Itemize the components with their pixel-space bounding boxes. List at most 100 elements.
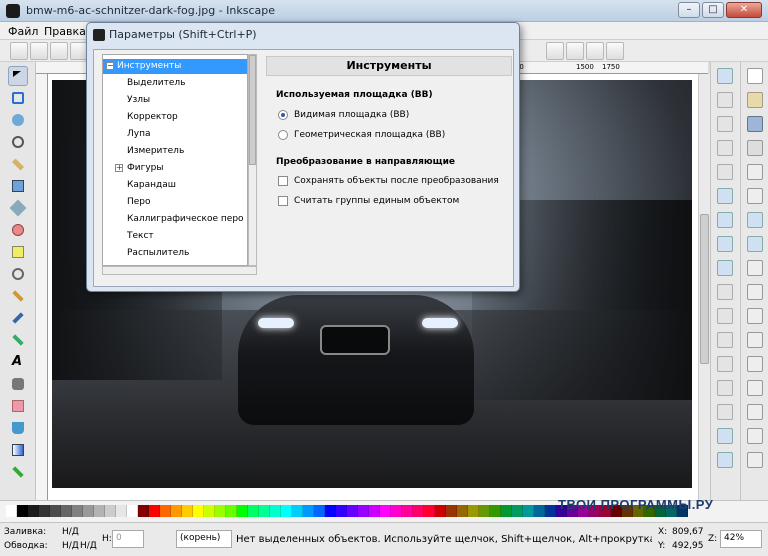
radio-checked-icon[interactable] (278, 110, 288, 120)
snap-text-icon[interactable] (717, 356, 733, 372)
select-all-layers-icon[interactable] (30, 42, 48, 60)
color-swatch[interactable] (424, 505, 435, 517)
menu-edit[interactable]: Правка (44, 25, 86, 38)
eraser-tool-icon[interactable] (8, 396, 28, 416)
tree-item-selector[interactable]: Выделитель (127, 76, 185, 91)
snap-enable-icon[interactable] (717, 68, 733, 84)
duplicate-icon[interactable] (747, 380, 763, 396)
color-swatch[interactable] (215, 505, 226, 517)
expand-icon[interactable]: + (115, 164, 123, 172)
dropper-tool-icon[interactable] (8, 462, 28, 482)
snap-intersections-icon[interactable] (717, 236, 733, 252)
color-swatch[interactable] (369, 505, 380, 517)
color-swatch[interactable] (457, 505, 468, 517)
color-swatch[interactable] (336, 505, 347, 517)
color-swatch[interactable] (39, 505, 50, 517)
tree-horizontal-scrollbar[interactable] (102, 266, 257, 275)
color-swatch[interactable] (72, 505, 83, 517)
snap-midpoint-icon[interactable] (717, 164, 733, 180)
color-swatch[interactable] (325, 505, 336, 517)
color-swatch[interactable] (358, 505, 369, 517)
snap-edge-icon[interactable] (717, 116, 733, 132)
radio-unchecked-icon[interactable] (278, 130, 288, 140)
deselect-icon[interactable] (50, 42, 68, 60)
color-swatch[interactable] (512, 505, 523, 517)
color-swatch[interactable] (380, 505, 391, 517)
color-swatch[interactable] (28, 505, 39, 517)
vertical-scrollbar[interactable] (698, 74, 710, 500)
import-icon[interactable] (747, 164, 763, 180)
color-swatch[interactable] (149, 505, 160, 517)
layer-select[interactable]: (корень) (176, 530, 232, 548)
color-swatch[interactable] (413, 505, 424, 517)
new-document-icon[interactable] (747, 68, 763, 84)
color-swatch[interactable] (402, 505, 413, 517)
selector-tool-icon[interactable] (8, 66, 28, 86)
color-swatch[interactable] (435, 505, 446, 517)
color-swatch[interactable] (226, 505, 237, 517)
color-swatch[interactable] (160, 505, 171, 517)
checkbox-icon[interactable] (278, 196, 288, 206)
node-tool-icon[interactable] (8, 88, 28, 108)
snap-center-icon[interactable] (717, 308, 733, 324)
undo-icon[interactable] (747, 212, 763, 228)
snap-smooth-icon[interactable] (717, 284, 733, 300)
gradient-tool-icon[interactable] (8, 440, 28, 460)
paste-icon[interactable] (747, 284, 763, 300)
color-swatch[interactable] (501, 505, 512, 517)
snap-rotation-icon[interactable] (717, 332, 733, 348)
color-swatch[interactable] (281, 505, 292, 517)
color-swatch[interactable] (391, 505, 402, 517)
tweak-tool-icon[interactable] (8, 110, 28, 130)
zoom-selection-icon[interactable] (747, 308, 763, 324)
snap-corner-icon[interactable] (717, 140, 733, 156)
group-icon[interactable] (747, 428, 763, 444)
color-swatch[interactable] (292, 505, 303, 517)
tree-item-pencil[interactable]: Карандаш (127, 178, 176, 193)
snap-guide-icon[interactable] (717, 404, 733, 420)
color-swatch[interactable] (523, 505, 534, 517)
color-swatch[interactable] (204, 505, 215, 517)
color-swatch[interactable] (314, 505, 325, 517)
tree-item-zoom[interactable]: Лупа (127, 127, 151, 142)
measure-tool-icon[interactable] (8, 154, 28, 174)
tree-item-shapes[interactable]: + Фигуры (115, 161, 163, 176)
fill-value[interactable]: Н/Д (62, 527, 79, 537)
close-button[interactable]: ✕ (726, 2, 762, 18)
pencil-tool-icon[interactable] (8, 286, 28, 306)
snap-grid-icon[interactable] (717, 428, 733, 444)
snap-guides-icon[interactable] (606, 42, 624, 60)
snap-bbox-icon[interactable] (566, 42, 584, 60)
open-icon[interactable] (747, 92, 763, 108)
tree-item-text[interactable]: Текст (127, 229, 154, 244)
checkbox-icon[interactable] (278, 176, 288, 186)
tree-vertical-scrollbar[interactable] (248, 54, 257, 266)
color-swatch[interactable] (182, 505, 193, 517)
color-swatch[interactable] (479, 505, 490, 517)
3d-box-tool-icon[interactable] (8, 198, 28, 218)
spiral-tool-icon[interactable] (8, 264, 28, 284)
redo-icon[interactable] (747, 236, 763, 252)
pen-tool-icon[interactable] (8, 308, 28, 328)
copy-icon[interactable] (747, 260, 763, 276)
snap-nodes-icon[interactable] (717, 188, 733, 204)
color-swatch[interactable] (105, 505, 116, 517)
color-swatch[interactable] (545, 505, 556, 517)
color-swatch[interactable] (490, 505, 501, 517)
color-swatch[interactable] (17, 505, 28, 517)
fill-stroke-icon[interactable] (747, 452, 763, 468)
opacity-input[interactable]: 0 (112, 530, 144, 548)
color-swatch[interactable] (127, 505, 138, 517)
color-swatch[interactable] (468, 505, 479, 517)
color-swatch[interactable] (259, 505, 270, 517)
zoom-input[interactable]: 42% (720, 530, 762, 548)
snap-page-icon[interactable] (717, 380, 733, 396)
snap-cusp-icon[interactable] (717, 260, 733, 276)
minimize-button[interactable]: – (678, 2, 700, 18)
color-swatch[interactable] (138, 505, 149, 517)
snap-bbox-icon[interactable] (717, 92, 733, 108)
color-swatch[interactable] (6, 505, 17, 517)
dialog-titlebar[interactable]: Параметры (Shift+Ctrl+P) (87, 23, 519, 47)
tree-item-spray[interactable]: Распылитель (127, 246, 189, 261)
color-swatch[interactable] (347, 505, 358, 517)
